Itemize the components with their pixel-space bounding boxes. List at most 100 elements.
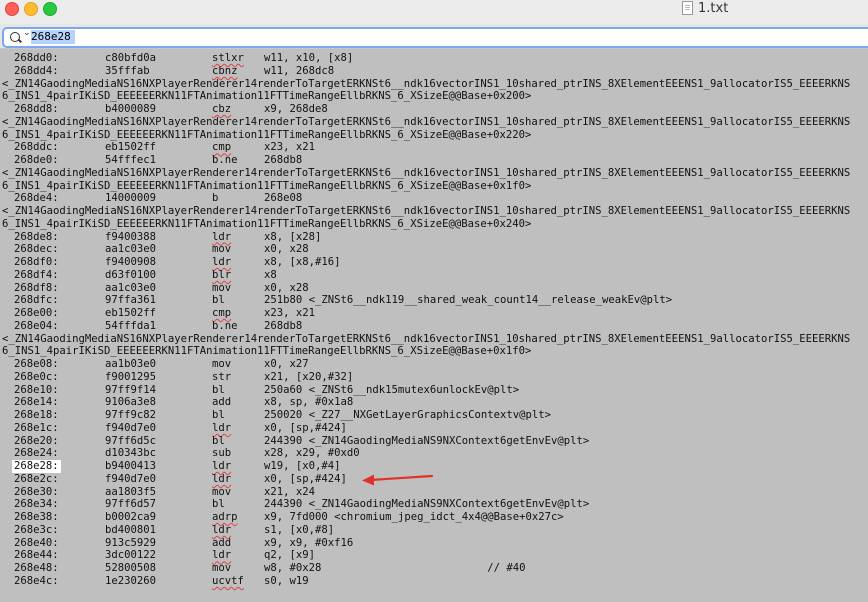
operands: x9, x9, #0xf16 <box>264 536 354 549</box>
operands: x8, [x8,#16] <box>264 256 341 268</box>
opcode-hex: b9400413 <box>105 460 157 472</box>
address: 268e10: <box>14 383 59 396</box>
chevron-down-icon[interactable]: ⌄ <box>23 28 31 38</box>
operands: x8 <box>264 268 277 281</box>
opcode-hex: 97ff6d5c <box>105 434 157 447</box>
operands: 268e08 <box>264 192 303 205</box>
instruction-line: 268e3c: bd400801 ldr s1, [x0,#8] <box>0 524 868 537</box>
mnemonic: bl <box>212 294 225 307</box>
instruction-line: 268e08: aa1b03e0 mov x0, x27 <box>0 358 868 371</box>
address: 268df4: <box>14 268 59 281</box>
opcode-hex: 97ffa361 <box>105 294 157 307</box>
instruction-line: 268df8: aa1c03e0 mov x0, x28 <box>0 282 868 295</box>
operands: w8, #0x28 // #40 <box>264 562 526 574</box>
search-input[interactable] <box>31 30 331 43</box>
address: 268e30: <box>14 485 59 498</box>
mnemonic: ldr <box>212 523 232 536</box>
opcode-hex: 97ff9f14 <box>105 383 157 396</box>
instruction-line: 268e20: 97ff6d5c bl 244390 <_ZN14GaodingMed… <box>0 435 868 448</box>
address: 268e28: <box>12 460 61 473</box>
close-window-button[interactable] <box>5 2 19 16</box>
instruction-line: 268dd4: 35fffab cbnz w11, 268dc8 <box>0 65 868 78</box>
opcode-hex: aa1c03e0 <box>105 281 157 294</box>
mnemonic: adrp <box>212 511 238 523</box>
address: 268dd0: <box>14 52 59 64</box>
address: 268e40: <box>14 536 59 549</box>
address: 268e34: <box>14 498 59 511</box>
opcode-hex: bd400801 <box>105 523 157 536</box>
mnemonic: cbnz <box>212 64 238 77</box>
address: 268dd4: <box>14 64 59 77</box>
text-content[interactable]: 268dd0: c80bfd0a stlxr w11, x10, [x8] 268dd4… <box>0 52 868 588</box>
address: 268df8: <box>14 281 59 294</box>
instruction-line: 268df4: d63f0100 blr x8 <box>0 269 868 282</box>
mnemonic: cmp <box>212 141 232 154</box>
symbol-line: 6_INS1_4pairIKiSD_EEEEEERKN11FTAnimation… <box>0 90 868 103</box>
opcode-hex: c80bfd0a <box>105 52 157 64</box>
instruction-line: 268e00: eb1502ff cmp x23, x21 <box>0 307 868 320</box>
opcode-hex: 52800508 <box>105 562 157 574</box>
symbol-line: 6_INS1_4pairIKiSD_EEEEEERKN11FTAnimation… <box>0 180 868 193</box>
instruction-line: 268e34: 97ff6d57 bl 244390 <_ZN14GaodingMed… <box>0 498 868 511</box>
operands: w19, [x0,#4] <box>264 460 341 472</box>
instruction-line: 268e10: 97ff9f14 bl 250a60 <_ZNSt6__ndk15mu… <box>0 384 868 397</box>
instruction-line: 268e40: 913c5929 add x9, x9, #0xf16 <box>0 537 868 550</box>
mnemonic: b <box>212 192 219 205</box>
opcode-hex: b0002ca9 <box>105 511 157 523</box>
operands: s1, [x0,#8] <box>264 523 335 536</box>
mnemonic: bl <box>212 434 225 447</box>
mnemonic: sub <box>212 447 232 460</box>
symbol-line: <_ZN14GaodingMediaNS16NXPlayerRenderer14… <box>0 205 868 218</box>
symbol-line: 6_INS1_4pairIKiSD_EEEEEERKN11FTAnimation… <box>0 345 868 358</box>
address: 268e38: <box>14 511 59 523</box>
operands: x0, [sp,#424] <box>264 472 347 485</box>
instruction-line: 268e04: 54fffda1 b.ne 268db8 <box>0 320 868 333</box>
symbol-text: 6_INS1_4pairIKiSD_EEEEEERKN11FTAnimation… <box>2 128 532 141</box>
address: 268de4: <box>14 192 59 205</box>
opcode-hex: f9001295 <box>105 370 157 383</box>
address: 268e14: <box>14 396 59 409</box>
opcode-hex: eb1502ff <box>105 307 157 319</box>
operands: 268db8 <box>264 154 303 166</box>
symbol-text: <_ZN14GaodingMediaNS16NXPlayerRenderer14… <box>2 77 851 90</box>
address: 268e4c: <box>14 574 59 587</box>
instruction-line: 268de8: f9400388 ldr x8, [x28] <box>0 231 868 244</box>
mnemonic: b.ne <box>212 154 238 166</box>
address: 268e2c: <box>14 472 59 485</box>
search-field[interactable]: ⌄ <box>2 27 868 48</box>
zoom-window-button[interactable] <box>43 2 57 16</box>
operands: x0, x28 <box>264 243 309 256</box>
mnemonic: add <box>212 536 232 549</box>
symbol-line: <_ZN14GaodingMediaNS16NXPlayerRenderer14… <box>0 116 868 129</box>
address: 268e20: <box>14 434 59 447</box>
address: 268e00: <box>14 307 59 319</box>
instruction-line: 268df0: f9400908 ldr x8, [x8,#16] <box>0 256 868 269</box>
opcode-hex: 1e230260 <box>105 574 157 587</box>
address: 268dec: <box>14 243 59 256</box>
mnemonic: mov <box>212 243 232 256</box>
find-bar: ⌄ <box>0 24 868 49</box>
minimize-window-button[interactable] <box>24 2 38 16</box>
address: 268e18: <box>14 409 59 421</box>
address: 268dd8: <box>14 103 59 115</box>
symbol-line: <_ZN14GaodingMediaNS16NXPlayerRenderer14… <box>0 78 868 91</box>
instruction-line: 268dd0: c80bfd0a stlxr w11, x10, [x8] <box>0 52 868 65</box>
opcode-hex: b4000089 <box>105 103 157 115</box>
search-icon[interactable] <box>10 32 20 42</box>
mnemonic: ldr <box>212 472 232 485</box>
mnemonic: ldr <box>212 230 232 243</box>
opcode-hex: 913c5929 <box>105 536 157 549</box>
address: 268e24: <box>14 447 59 460</box>
operands: x9, 7fd000 <chromium_jpeg_idct_4x4@@Base… <box>264 511 564 523</box>
mnemonic: ldr <box>212 421 232 434</box>
operands: w11, x10, [x8] <box>264 52 354 64</box>
operands: s0, w19 <box>264 574 309 587</box>
opcode-hex: 9106a3e8 <box>105 396 157 409</box>
window-title-text: 1.txt <box>698 0 729 16</box>
symbol-text: <_ZN14GaodingMediaNS16NXPlayerRenderer14… <box>2 332 851 345</box>
address: 268de0: <box>14 154 59 166</box>
instruction-line: 268e44: 3dc00122 ldr q2, [x9] <box>0 549 868 562</box>
instruction-line: 268e14: 9106a3e8 add x8, sp, #0x1a8 <box>0 396 868 409</box>
mnemonic: ucvtf <box>212 574 244 587</box>
mnemonic: ldr <box>212 256 232 268</box>
